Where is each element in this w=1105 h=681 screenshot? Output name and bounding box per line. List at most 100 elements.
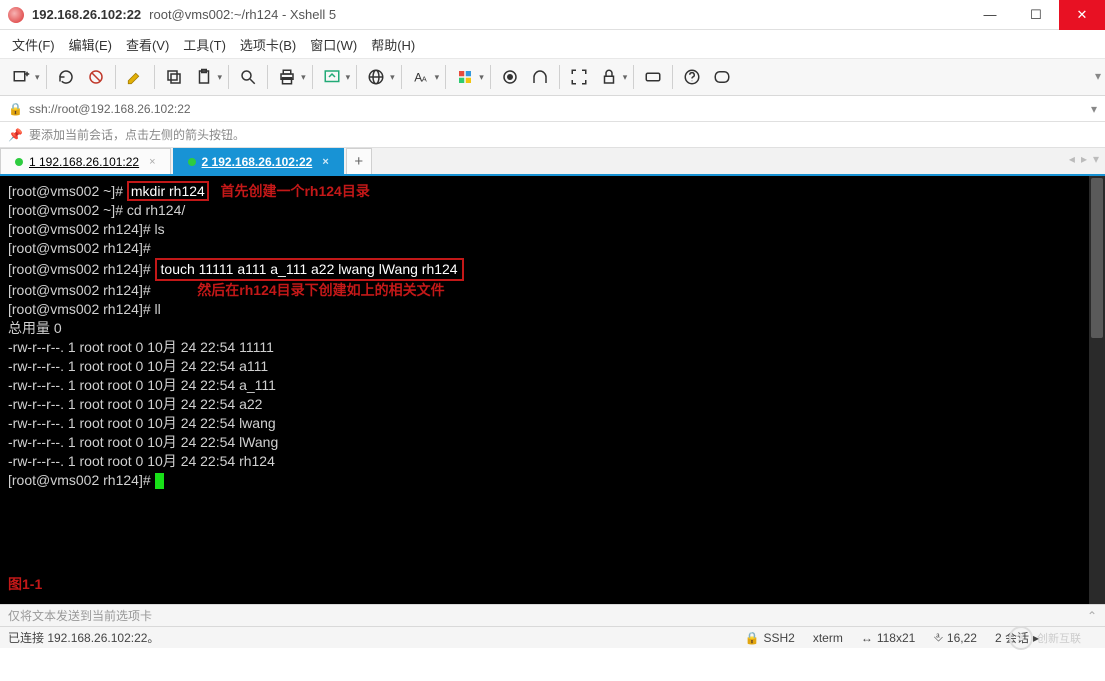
file-listing: -rw-r--r--. 1 root root 0 10月 24 22:54 l…: [8, 433, 1097, 452]
color-icon[interactable]: [452, 64, 478, 90]
reconnect-icon[interactable]: [53, 64, 79, 90]
titlebar: 192.168.26.102:22 root@vms002:~/rh124 - …: [0, 0, 1105, 30]
print-icon[interactable]: [274, 64, 300, 90]
dropdown-icon[interactable]: ▾: [301, 72, 306, 83]
disconnect-icon[interactable]: [83, 64, 109, 90]
status-protocol: 🔒 SSH2: [745, 631, 795, 645]
minimize-button[interactable]: —: [967, 0, 1013, 30]
send-bar-text: 仅将文本发送到当前选项卡: [8, 607, 152, 624]
terminal-line: [root@vms002 rh124]# ll: [8, 300, 1097, 319]
paste-icon[interactable]: [191, 64, 217, 90]
tab-label: 2 192.168.26.102:22: [202, 155, 313, 169]
prompt: [root@vms002 ~]#: [8, 183, 127, 199]
address-text: ssh://root@192.168.26.102:22: [29, 102, 191, 116]
annotation-text: 首先创建一个rh124目录: [209, 183, 370, 199]
menu-view[interactable]: 查看(V): [126, 35, 169, 54]
highlighted-command: touch 11111 a111 a_111 a22 lwang lWang r…: [155, 258, 464, 281]
session-icon[interactable]: [497, 64, 523, 90]
menu-edit[interactable]: 编辑(E): [69, 35, 112, 54]
terminal-line: [root@vms002 rh124]#: [8, 239, 1097, 258]
highlighted-command: mkdir rh124: [127, 181, 209, 201]
file-listing: -rw-r--r--. 1 root root 0 10月 24 22:54 l…: [8, 414, 1097, 433]
status-size: ↔ 118x21: [861, 631, 915, 645]
maximize-button[interactable]: ☐: [1013, 0, 1059, 30]
dropdown-icon[interactable]: ▾: [35, 72, 40, 83]
dropdown-icon[interactable]: ▾: [218, 72, 223, 83]
menu-window[interactable]: 窗口(W): [310, 35, 357, 54]
dropdown-icon[interactable]: ▾: [435, 72, 440, 83]
tab-strip: 1 192.168.26.101:22 × 2 192.168.26.102:2…: [0, 148, 1105, 176]
prompt: [root@vms002 rh124]#: [8, 261, 155, 277]
lock-small-icon: 🔒: [8, 102, 23, 116]
cursor: [155, 473, 164, 489]
status-connection: 已连接 192.168.26.102:22。: [8, 629, 159, 646]
tab-next-icon[interactable]: ▸: [1081, 152, 1087, 166]
address-dropdown-icon[interactable]: ▾: [1091, 102, 1097, 116]
tab-session-1[interactable]: 1 192.168.26.101:22 ×: [0, 148, 171, 174]
menu-help[interactable]: 帮助(H): [371, 35, 415, 54]
address-bar[interactable]: 🔒 ssh://root@192.168.26.102:22 ▾: [0, 96, 1105, 122]
file-listing: -rw-r--r--. 1 root root 0 10月 24 22:54 r…: [8, 452, 1097, 471]
fullscreen-icon[interactable]: [566, 64, 592, 90]
window-title-path: root@vms002:~/rh124 - Xshell 5: [149, 7, 336, 22]
close-button[interactable]: ✕: [1059, 0, 1105, 30]
status-bar: 已连接 192.168.26.102:22。 🔒 SSH2 xterm ↔ 11…: [0, 626, 1105, 648]
status-dot-icon: [188, 158, 196, 166]
app-icon: [8, 7, 24, 23]
figure-label: 图1-1: [8, 575, 42, 594]
close-tab-icon[interactable]: ×: [149, 156, 155, 168]
dropdown-icon[interactable]: ▾: [346, 72, 351, 83]
help-icon[interactable]: [679, 64, 705, 90]
properties-icon[interactable]: [122, 64, 148, 90]
toolbar: ▾ ▾ ▾ ▾ ▾ AA ▾ ▾ ▾ ▾: [0, 58, 1105, 96]
file-listing: -rw-r--r--. 1 root root 0 10月 24 22:54 a…: [8, 395, 1097, 414]
tab-session-2[interactable]: 2 192.168.26.102:22 ×: [173, 148, 344, 174]
terminal-line: [root@vms002 rh124]# ls: [8, 220, 1097, 239]
tab-nav: ◂ ▸ ▾: [1069, 152, 1099, 166]
status-sessions: 2 会话 ▸: [995, 629, 1039, 646]
compose-icon[interactable]: [709, 64, 735, 90]
lock-icon[interactable]: [596, 64, 622, 90]
hint-bar: 📌 要添加当前会话，点击左侧的箭头按钮。: [0, 122, 1105, 148]
close-tab-icon[interactable]: ×: [322, 156, 328, 168]
status-cursor-pos: ⎀ 16,22: [933, 630, 977, 645]
globe-icon[interactable]: [363, 64, 389, 90]
tab-label: 1 192.168.26.101:22: [29, 155, 139, 169]
status-dot-icon: [15, 158, 23, 166]
terminal-line: 总用量 0: [8, 319, 1097, 338]
terminal[interactable]: [root@vms002 ~]# mkdir rh124 首先创建一个rh124…: [0, 176, 1105, 604]
file-listing: -rw-r--r--. 1 root root 0 10月 24 22:54 a…: [8, 376, 1097, 395]
tab-prev-icon[interactable]: ◂: [1069, 152, 1075, 166]
keymap-icon[interactable]: [640, 64, 666, 90]
find-icon[interactable]: [235, 64, 261, 90]
menubar: 文件(F) 编辑(E) 查看(V) 工具(T) 选项卡(B) 窗口(W) 帮助(…: [0, 30, 1105, 58]
send-bar[interactable]: 仅将文本发送到当前选项卡 ⌃: [0, 604, 1105, 626]
terminal-line: [root@vms002 rh124]#: [8, 282, 151, 298]
add-tab-button[interactable]: +: [346, 148, 372, 174]
tab-list-icon[interactable]: ▾: [1093, 152, 1099, 166]
menu-tools[interactable]: 工具(T): [183, 35, 226, 54]
tunnel-icon[interactable]: [527, 64, 553, 90]
scrollbar-thumb[interactable]: [1091, 178, 1103, 338]
status-term-type: xterm: [813, 631, 843, 645]
dropdown-icon[interactable]: ▾: [623, 72, 628, 83]
window-controls: — ☐ ✕: [967, 0, 1105, 30]
copy-icon[interactable]: [161, 64, 187, 90]
dropdown-icon[interactable]: ▾: [390, 72, 395, 83]
new-session-icon[interactable]: [8, 64, 34, 90]
dropdown-icon[interactable]: ▾: [479, 72, 484, 83]
hint-text: 要添加当前会话，点击左侧的箭头按钮。: [29, 126, 245, 143]
font-icon[interactable]: AA: [408, 64, 434, 90]
prompt: [root@vms002 rh124]#: [8, 472, 155, 488]
menu-file[interactable]: 文件(F): [12, 35, 55, 54]
window-title-host: 192.168.26.102:22: [32, 7, 141, 22]
send-mode-icon[interactable]: ⌃: [1087, 609, 1097, 623]
terminal-line: [root@vms002 ~]# cd rh124/: [8, 201, 1097, 220]
annotation-text: 然后在rh124目录下创建如上的相关文件: [151, 282, 445, 298]
pin-icon[interactable]: 📌: [8, 128, 23, 142]
menu-tab[interactable]: 选项卡(B): [240, 35, 296, 54]
terminal-scrollbar[interactable]: [1089, 176, 1105, 604]
file-listing: -rw-r--r--. 1 root root 0 10月 24 22:54 a…: [8, 357, 1097, 376]
xftp-icon[interactable]: [319, 64, 345, 90]
toolbar-overflow-icon[interactable]: ▾: [1095, 69, 1101, 83]
